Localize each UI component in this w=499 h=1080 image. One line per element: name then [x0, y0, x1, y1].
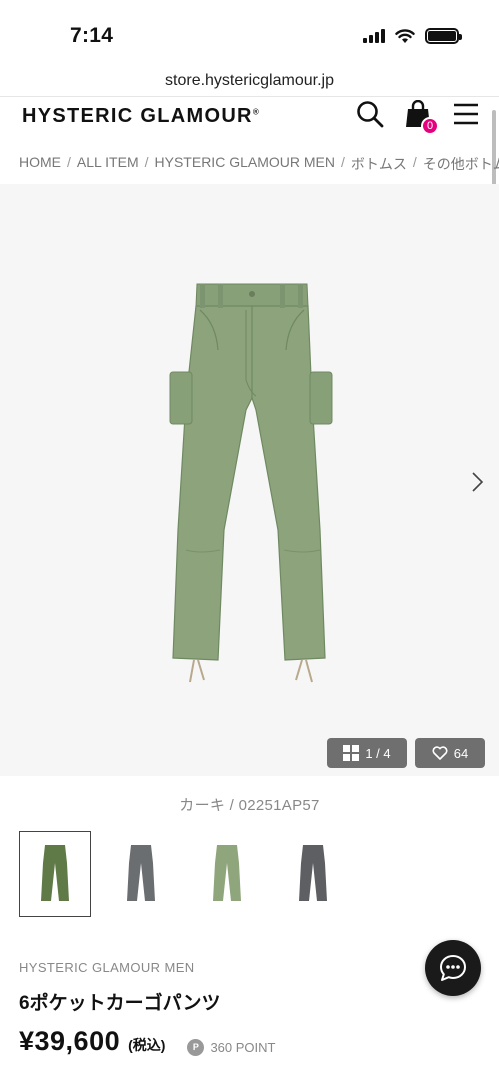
search-icon	[357, 101, 384, 128]
thumbnail-charcoal[interactable]	[277, 831, 349, 917]
chevron-right-icon[interactable]	[467, 470, 487, 494]
search-button[interactable]	[355, 99, 385, 129]
thumbnail-image	[127, 845, 155, 901]
breadcrumb-all-item[interactable]: ALL ITEM	[77, 154, 139, 174]
site-logo[interactable]: HYSTERIC GLAMOUR®	[22, 105, 259, 128]
image-counter-button[interactable]: 1 / 4	[327, 738, 407, 768]
image-counter: 1 / 4	[365, 745, 391, 761]
thumbnail-image	[299, 845, 327, 901]
registered-mark: ®	[252, 107, 259, 117]
cart-button[interactable]: 0	[403, 99, 439, 135]
like-button[interactable]: 64	[415, 738, 485, 768]
breadcrumb-brand[interactable]: HYSTERIC GLAMOUR MEN	[155, 154, 335, 174]
page: 7:14 store.hystericglamour.jp HYSTERIC G…	[0, 0, 499, 1080]
breadcrumb-separator: /	[340, 154, 345, 170]
breadcrumb-home[interactable]: HOME	[19, 154, 61, 174]
heart-icon	[432, 746, 448, 760]
color-sku: カーキ / 02251AP57	[179, 797, 320, 814]
thumbnail-khaki[interactable]	[19, 831, 91, 917]
product-name: 6ポケットカーゴパンツ	[19, 993, 221, 1014]
gallery-controls: 1 / 4 64	[327, 738, 485, 768]
breadcrumb-separator: /	[412, 154, 417, 170]
logo-text: HYSTERIC GLAMOUR	[22, 105, 253, 127]
thumbnail-list	[19, 831, 349, 917]
signal-icon	[363, 29, 385, 43]
thumbnail-light-khaki[interactable]	[191, 831, 263, 917]
breadcrumb: HOME / ALL ITEM / HYSTERIC GLAMOUR MEN /…	[19, 154, 499, 174]
product-gallery[interactable]: 1 / 4 64	[0, 184, 499, 776]
point-icon: P	[187, 1038, 205, 1056]
breadcrumb-other-bottoms[interactable]: その他ボトムス	[423, 154, 499, 174]
header-icons: 0	[355, 99, 481, 135]
site-header: HYSTERIC GLAMOUR® 0	[0, 96, 499, 136]
url-bar[interactable]: store.hystericglamour.jp	[0, 72, 499, 90]
status-icons	[363, 28, 462, 44]
breadcrumb-bottoms[interactable]: ボトムス	[351, 154, 407, 174]
point-info: P 360 POINT	[187, 1038, 276, 1056]
thumbnail-image	[213, 845, 241, 901]
product-image[interactable]	[160, 280, 340, 690]
thumbnail-gray[interactable]	[105, 831, 177, 917]
battery-icon	[425, 28, 462, 44]
hamburger-menu-icon	[454, 103, 478, 125]
breadcrumb-separator: /	[67, 154, 71, 170]
menu-button[interactable]	[451, 99, 481, 129]
wifi-icon	[395, 28, 415, 43]
chat-bubble-icon	[440, 955, 466, 981]
tax-note: (税込)	[128, 1037, 166, 1053]
product-brand[interactable]: HYSTERIC GLAMOUR MEN	[19, 960, 195, 975]
cart-count-badge: 0	[421, 117, 439, 135]
point-value: 360 POINT	[210, 1039, 276, 1055]
price-row: ¥39,600 (税込) P 360 POINT	[19, 1026, 275, 1057]
status-time: 7:14	[70, 24, 114, 47]
like-count: 64	[453, 745, 469, 761]
chat-button[interactable]	[425, 940, 481, 996]
grid-icon	[343, 745, 360, 761]
thumbnail-image	[41, 845, 69, 901]
status-bar: 7:14	[0, 0, 499, 68]
breadcrumb-separator: /	[144, 154, 149, 170]
product-price: ¥39,600	[19, 1026, 121, 1056]
